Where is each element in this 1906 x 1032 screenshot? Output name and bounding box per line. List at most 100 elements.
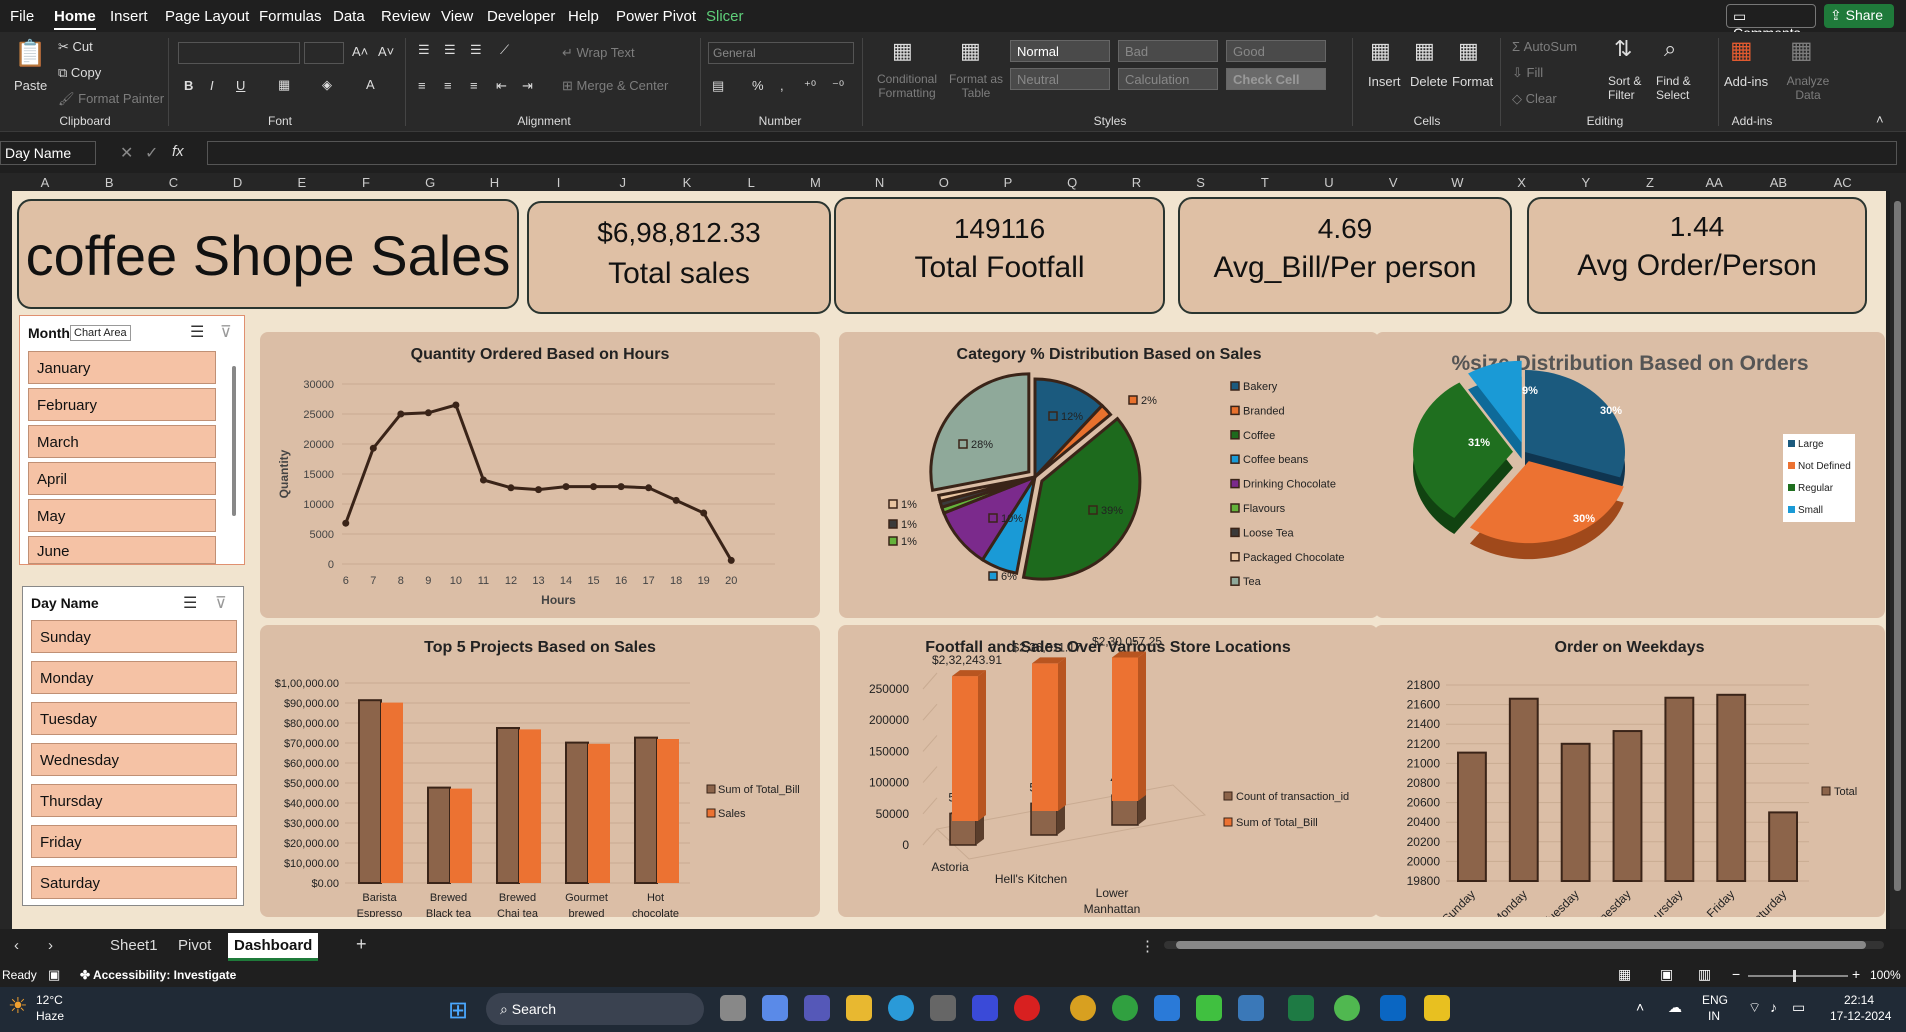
formula-input[interactable]	[207, 141, 1897, 165]
addins-button[interactable]: Add-ins	[1724, 74, 1768, 89]
copilot-icon[interactable]	[762, 995, 788, 1021]
taskbar-search[interactable]: ⌕ Search	[486, 993, 704, 1025]
cancel-icon[interactable]: ✕	[120, 143, 133, 163]
kpi-avg-bill[interactable]: 4.69 Avg_Bill/Per person	[1178, 197, 1512, 314]
menu-developer[interactable]: Developer	[487, 8, 555, 25]
enter-icon[interactable]: ✓	[145, 143, 158, 163]
merge-center-button[interactable]: ⊞ Merge & Center	[562, 78, 668, 94]
increase-indent-icon[interactable]: ⇥	[522, 78, 533, 94]
wifi-icon[interactable]: ⌔	[1748, 999, 1761, 1017]
chevron-up-icon[interactable]: ˄	[1636, 999, 1644, 1015]
align-bottom-icon[interactable]: ☰	[470, 42, 482, 58]
column-header[interactable]: N	[870, 175, 890, 190]
format-cells-icon[interactable]: ▦	[1458, 38, 1479, 64]
chart-panel-hours[interactable]: Quantity Ordered Based on Hours 0 5000 100…	[260, 332, 820, 618]
sticky-notes-icon[interactable]	[1424, 995, 1450, 1021]
slicer-item-may[interactable]: May	[28, 499, 216, 532]
multi-select-icon[interactable]: ☰	[183, 593, 197, 613]
paste-icon[interactable]: 📋	[14, 38, 46, 69]
currency-icon[interactable]: ▤	[712, 78, 724, 94]
kpi-total-footfall[interactable]: 149116 Total Footfall	[834, 197, 1165, 314]
fill-color-icon[interactable]: ◈	[322, 77, 332, 93]
style-bad[interactable]: Bad	[1118, 40, 1218, 62]
italic-icon[interactable]: I	[210, 78, 214, 93]
slicer-item-friday[interactable]: Friday	[31, 825, 237, 858]
zoom-out-icon[interactable]: −	[1732, 966, 1740, 982]
number-format-select[interactable]: General	[708, 42, 854, 64]
style-good[interactable]: Good	[1226, 40, 1326, 62]
column-header[interactable]: D	[228, 175, 248, 190]
shrink-font-icon[interactable]: A˅	[378, 44, 394, 59]
menu-review[interactable]: Review	[381, 8, 430, 25]
prev-sheet-icon[interactable]: ‹	[14, 937, 19, 954]
decrease-decimal-icon[interactable]: ⁻⁰	[832, 78, 844, 94]
format-cells-button[interactable]: Format	[1452, 74, 1493, 89]
slicer-item-march[interactable]: March	[28, 425, 216, 458]
slicer-item-wednesday[interactable]: Wednesday	[31, 743, 237, 776]
slicer-scrollbar[interactable]	[232, 366, 236, 516]
decrease-indent-icon[interactable]: ⇤	[496, 78, 507, 94]
day-slicer[interactable]: Day Name ☰ ⊽ Sunday Monday Tuesday Wedne…	[22, 586, 244, 906]
language-code[interactable]: ENG	[1702, 993, 1728, 1007]
zoom-in-icon[interactable]: +	[1852, 966, 1860, 982]
find-select-icon[interactable]: ⌕	[1664, 36, 1676, 62]
comments-button[interactable]: ▭ Comments	[1726, 4, 1816, 41]
insert-cells-button[interactable]: Insert	[1368, 74, 1401, 89]
column-header[interactable]: Z	[1640, 175, 1660, 190]
cut-button[interactable]: ✂ Cut	[58, 39, 93, 55]
share-button[interactable]: ⇪ Share	[1824, 4, 1894, 28]
insert-cells-icon[interactable]: ▦	[1370, 38, 1391, 64]
analyze-data-button[interactable]: Analyze Data	[1786, 74, 1830, 102]
style-neutral[interactable]: Neutral	[1010, 68, 1110, 90]
orientation-icon[interactable]: ⟋	[500, 42, 509, 58]
bold-icon[interactable]: B	[184, 78, 193, 93]
column-header[interactable]: G	[420, 175, 440, 190]
font-name-select[interactable]	[178, 42, 300, 64]
app-icon[interactable]	[930, 995, 956, 1021]
chart-panel-size[interactable]: %size Distribution Based on Orders 30% 30…	[1375, 332, 1885, 618]
align-middle-icon[interactable]: ☰	[444, 42, 456, 58]
column-header[interactable]: S	[1191, 175, 1211, 190]
menu-insert[interactable]: Insert	[110, 8, 148, 25]
style-calculation[interactable]: Calculation	[1118, 68, 1218, 90]
sort-filter-icon[interactable]: ⇅	[1614, 36, 1632, 62]
column-header[interactable]: O	[934, 175, 954, 190]
column-header[interactable]: L	[741, 175, 761, 190]
more-options-icon[interactable]: ⋮	[1140, 937, 1155, 955]
column-header[interactable]: Q	[1062, 175, 1082, 190]
clear-filter-icon[interactable]: ⊽	[220, 322, 232, 342]
weather-icon[interactable]: ☀	[8, 993, 28, 1019]
slicer-item-january[interactable]: January	[28, 351, 216, 384]
dashboard-sheet[interactable]: coffee Shope Sales $6,98,812.33 Total sa…	[12, 191, 1886, 929]
column-header[interactable]: X	[1512, 175, 1532, 190]
menu-view[interactable]: View	[441, 8, 473, 25]
underline-icon[interactable]: U	[236, 78, 245, 93]
column-header[interactable]: Y	[1576, 175, 1596, 190]
font-color-icon[interactable]: A	[366, 77, 375, 92]
column-header[interactable]: A	[35, 175, 55, 190]
menu-file[interactable]: File	[10, 8, 34, 25]
clock-time[interactable]: 22:14	[1844, 993, 1874, 1007]
macro-icon[interactable]: ▣	[48, 967, 60, 983]
borders-icon[interactable]: ▦	[278, 77, 290, 93]
multi-select-icon[interactable]: ☰	[190, 322, 204, 342]
scroll-thumb[interactable]	[1176, 941, 1866, 949]
column-header[interactable]: H	[484, 175, 504, 190]
column-header[interactable]: M	[805, 175, 825, 190]
chrome-icon[interactable]	[1070, 995, 1096, 1021]
column-header[interactable]: T	[1255, 175, 1275, 190]
wrap-text-button[interactable]: ↵ Wrap Text	[562, 45, 635, 61]
column-header[interactable]: AA	[1704, 175, 1724, 190]
slicer-item-april[interactable]: April	[28, 462, 216, 495]
edge-icon[interactable]	[888, 995, 914, 1021]
column-header[interactable]: B	[99, 175, 119, 190]
sort-filter-button[interactable]: Sort & Filter	[1608, 74, 1656, 102]
chart-panel-products[interactable]: Top 5 Projects Based on Sales $0.00 $10,0…	[260, 625, 820, 917]
comma-icon[interactable]: ,	[780, 78, 784, 93]
kpi-total-sales[interactable]: $6,98,812.33 Total sales	[527, 201, 831, 314]
scroll-thumb[interactable]	[1894, 201, 1901, 891]
next-sheet-icon[interactable]: ›	[48, 937, 53, 954]
name-box[interactable]: Day Name	[0, 141, 96, 165]
chrome-icon[interactable]	[1112, 995, 1138, 1021]
style-check-cell[interactable]: Check Cell	[1226, 68, 1326, 90]
